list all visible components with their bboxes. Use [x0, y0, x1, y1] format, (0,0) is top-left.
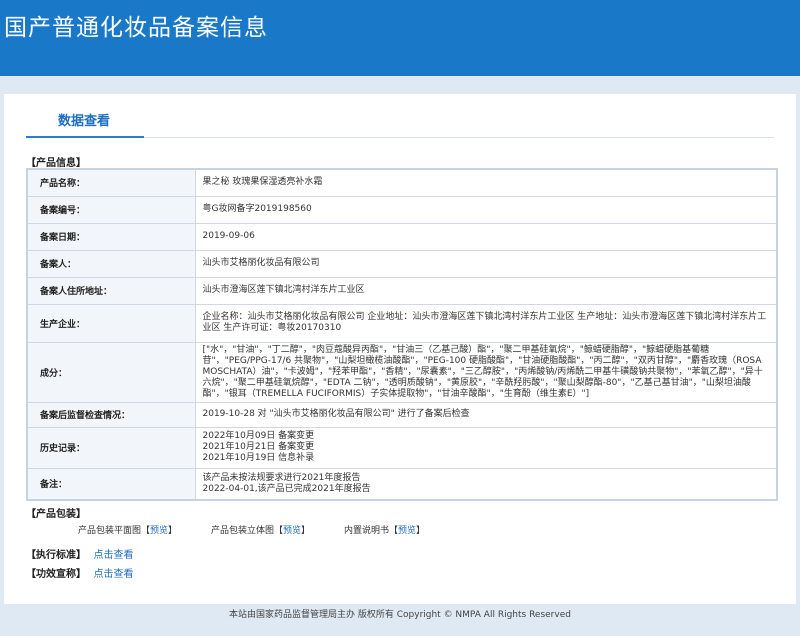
efficacy-title: 【功效宣称】	[26, 569, 86, 580]
row-label: 备案日期：	[26, 222, 196, 251]
tab-data-view[interactable]: 数据查看	[26, 94, 144, 138]
row-label: 备案人：	[26, 249, 196, 278]
row-label: 生产企业：	[26, 303, 196, 343]
efficacy-row: 【功效宣称】 点击查看	[26, 565, 133, 580]
tab-divider	[144, 137, 774, 138]
row-label: 历史记录：	[26, 426, 196, 469]
table-row: 备案人住所地址： 汕头市澄海区莲下镇北湾村洋东片工业区	[26, 276, 778, 305]
table-row: 备案后监督检查情况： 2019-10-28 对 "汕头市艾格丽化妆品有限公司" …	[26, 401, 778, 428]
package-item-label: 产品包装立体图	[211, 526, 275, 536]
history-line: 2022年10月09日 备案变更	[202, 431, 315, 441]
product-info-table: 产品名称： 果之秘 玫瑰果保湿透亮补水霜 备案编号： 粤G妆网备字2019198…	[26, 168, 778, 501]
table-row: 产品名称： 果之秘 玫瑰果保湿透亮补水霜	[26, 168, 778, 197]
remark-line: 该产品未按法规要求进行2021年度报告	[202, 472, 361, 483]
package-item-label: 产品包装平面图	[78, 526, 142, 536]
preview-manual-link[interactable]: 预览	[398, 526, 416, 536]
package-item-flat: 产品包装平面图【预览】	[78, 526, 178, 536]
preview-flat-link[interactable]: 预览	[150, 526, 168, 536]
tab-label: 数据查看	[58, 114, 111, 129]
filing-date-value: 2019-09-06	[194, 222, 778, 251]
manufacturer-value: 企业名称：汕头市艾格丽化妆品有限公司 企业地址：汕头市澄海区莲下镇北湾村洋东片工…	[194, 303, 778, 343]
product-name-value: 果之秘 玫瑰果保湿透亮补水霜	[194, 168, 778, 197]
page-title: 国产普通化妆品备案信息	[4, 15, 268, 41]
footer-copyright: 本站由国家药品监督管理局主办 版权所有 Copyright © NMPA All…	[229, 610, 571, 620]
row-label: 产品名称：	[26, 168, 196, 197]
table-row: 备案编号： 粤G妆网备字2019198560	[26, 195, 778, 224]
row-label: 备案人住所地址：	[26, 276, 196, 305]
filing-number-value: 粤G妆网备字2019198560	[194, 195, 778, 224]
history-line: 2021年10月21日 备案变更	[202, 442, 315, 452]
package-item-label: 内置说明书	[344, 526, 390, 536]
standard-title: 【执行标准】	[26, 550, 86, 561]
ingredients-value: ["水"，"甘油"，"丁二醇"，"肉豆蔻酸异丙酯"，"甘油三（乙基己酸）酯"，"…	[194, 341, 778, 403]
table-row: 备案人： 汕头市艾格丽化妆品有限公司	[26, 249, 778, 278]
table-row: 历史记录： 2022年10月09日 备案变更 2021年10月21日 备案变更 …	[26, 426, 778, 469]
standard-view-link[interactable]: 点击查看	[93, 550, 133, 561]
row-label: 备案编号：	[26, 195, 196, 224]
preview-3d-link[interactable]: 预览	[283, 526, 301, 536]
package-item-manual: 内置说明书【预览】	[344, 526, 426, 536]
filer-address-value: 汕头市澄海区莲下镇北湾村洋东片工业区	[194, 276, 778, 305]
remark-line: 2022-04-01,该产品已完成2021年度报告	[202, 483, 371, 494]
table-row: 备注： 该产品未按法规要求进行2021年度报告 2022-04-01,该产品已完…	[26, 467, 778, 501]
table-row: 备案日期： 2019-09-06	[26, 222, 778, 251]
filer-value: 汕头市艾格丽化妆品有限公司	[194, 249, 778, 278]
row-label: 成分：	[26, 341, 196, 403]
main-panel: 数据查看 【产品信息】 产品名称： 果之秘 玫瑰果保湿透亮补水霜 备案编号： 粤…	[4, 94, 796, 604]
history-line: 2021年10月19日 信息补录	[202, 453, 315, 463]
history-value: 2022年10月09日 备案变更 2021年10月21日 备案变更 2021年1…	[194, 426, 778, 469]
table-row: 生产企业： 企业名称：汕头市艾格丽化妆品有限公司 企业地址：汕头市澄海区莲下镇北…	[26, 303, 778, 343]
package-title: 【产品包装】	[26, 509, 86, 520]
package-item-3d: 产品包装立体图【预览】	[211, 526, 311, 536]
standard-row: 【执行标准】 点击查看	[26, 546, 133, 561]
row-label: 备案后监督检查情况：	[26, 401, 196, 428]
efficacy-view-link[interactable]: 点击查看	[93, 569, 133, 580]
row-label: 备注：	[26, 467, 196, 501]
inspection-value: 2019-10-28 对 "汕头市艾格丽化妆品有限公司" 进行了备案后检查	[194, 401, 778, 428]
product-info-title: 【产品信息】	[26, 158, 86, 169]
table-row: 成分： ["水"，"甘油"，"丁二醇"，"肉豆蔻酸异丙酯"，"甘油三（乙基己酸）…	[26, 341, 778, 403]
page-header: 国产普通化妆品备案信息	[0, 0, 800, 76]
remarks-value: 该产品未按法规要求进行2021年度报告 2022-04-01,该产品已完成202…	[194, 467, 778, 501]
